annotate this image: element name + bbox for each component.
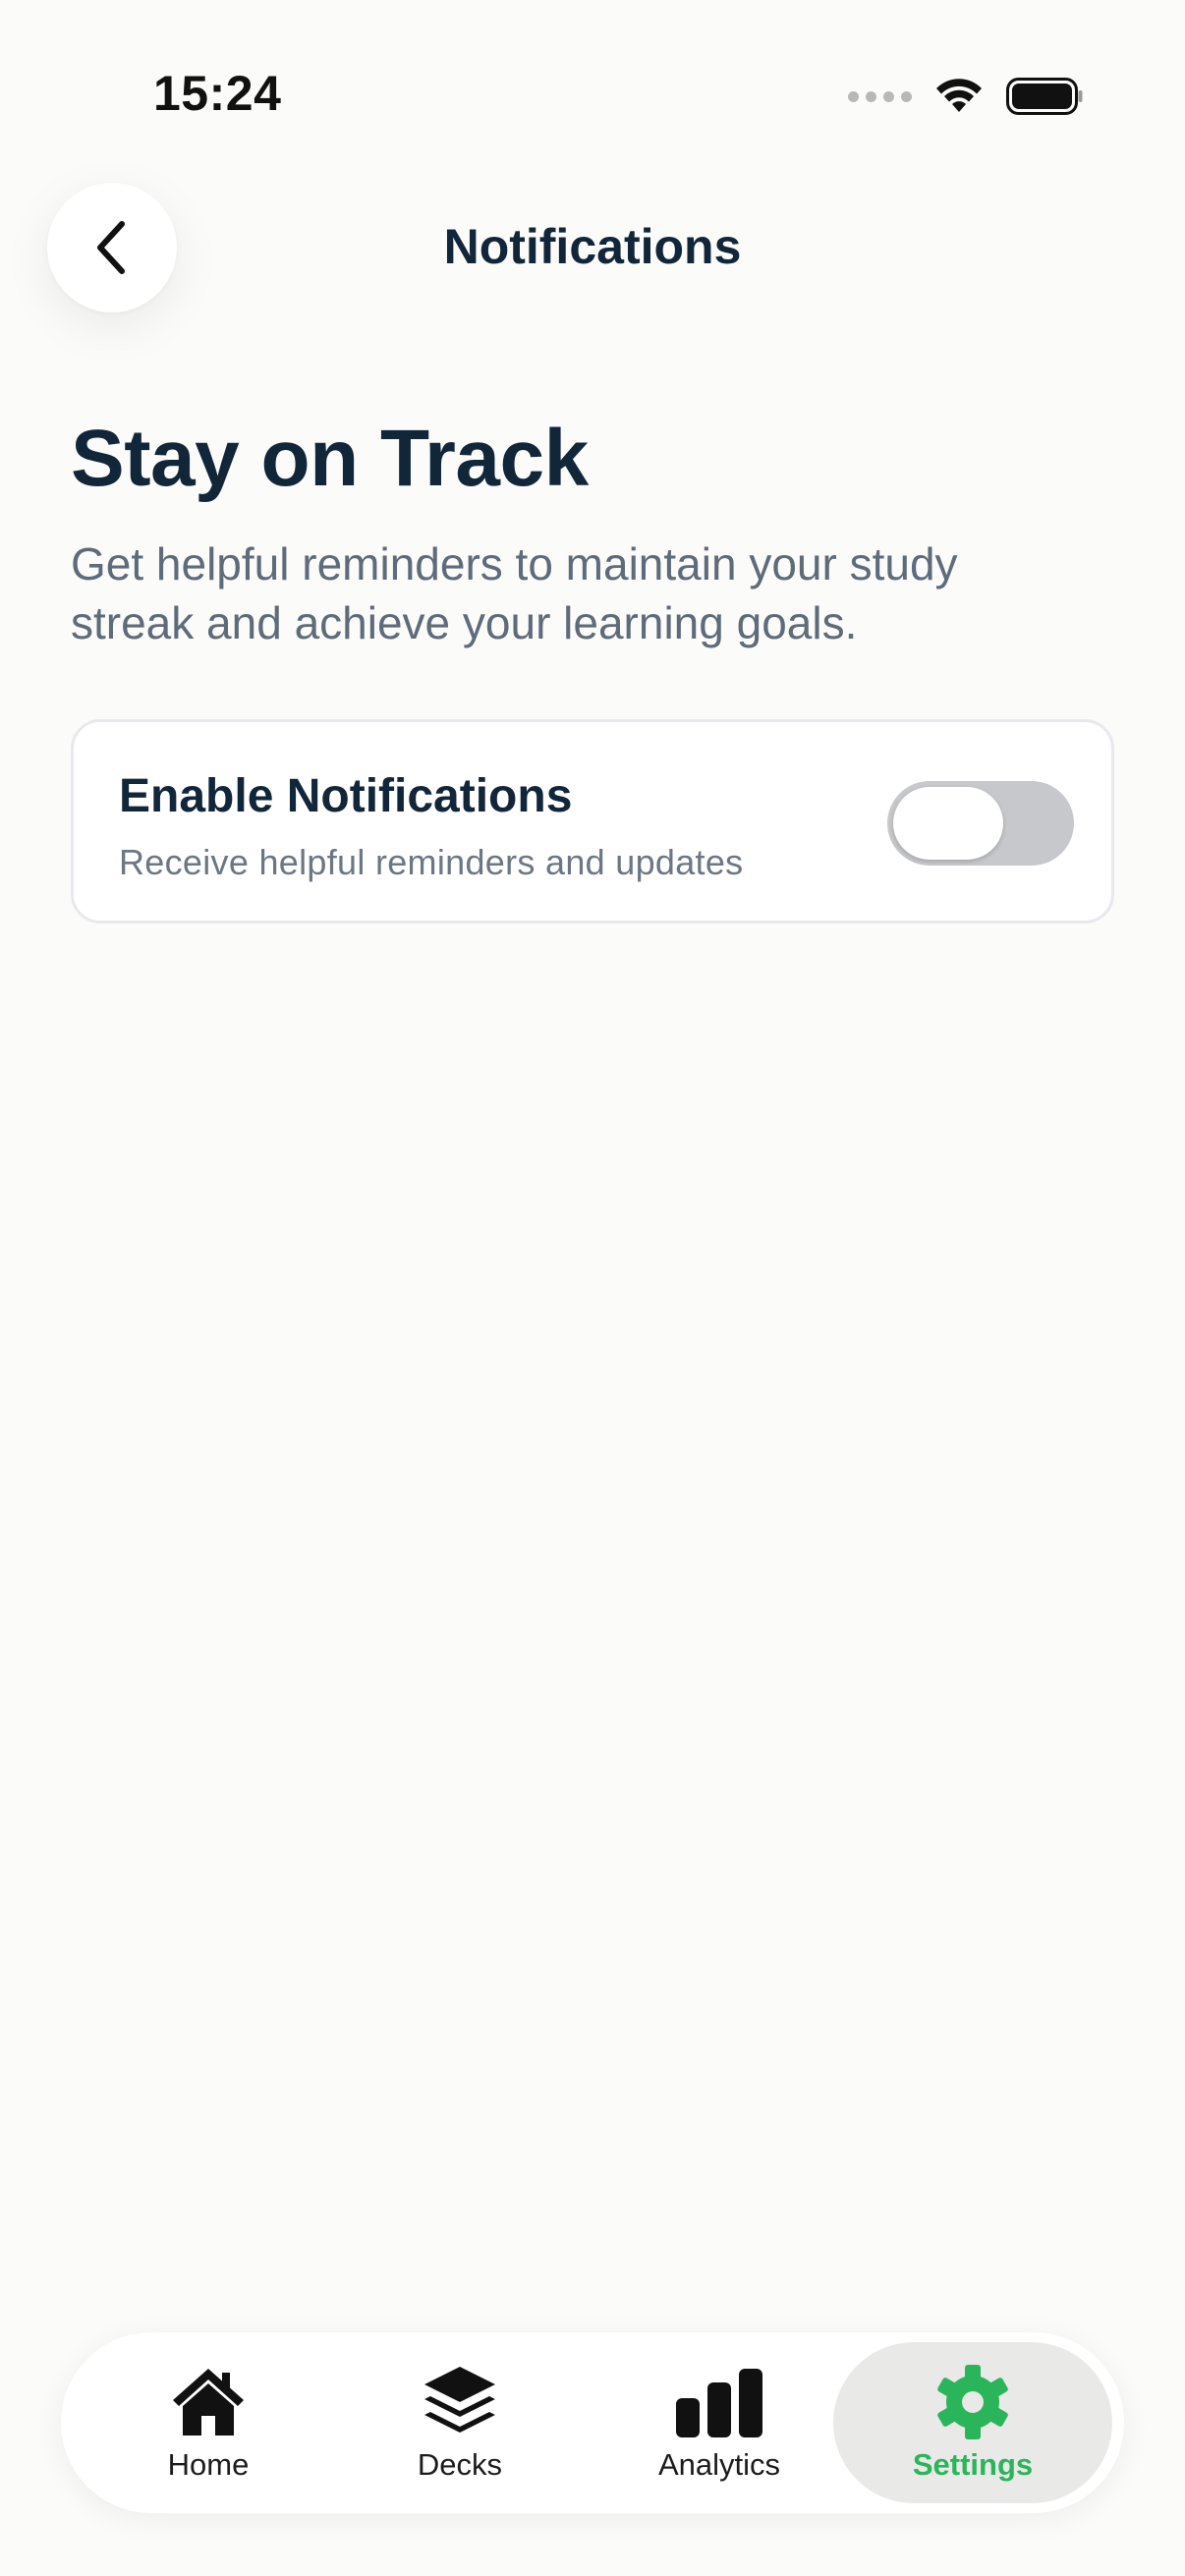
- tab-home-label: Home: [167, 2447, 250, 2482]
- bar-chart-icon: [676, 2369, 762, 2437]
- status-icons: [848, 73, 1083, 120]
- tab-analytics-label: Analytics: [657, 2447, 781, 2482]
- tab-decks[interactable]: Decks: [381, 2342, 538, 2503]
- notifications-screen: 15:24 Notifications Stay on Track Get he…: [0, 0, 1185, 2576]
- cellular-signal-icon: [848, 90, 912, 102]
- enable-notifications-subtitle: Receive helpful reminders and updates: [119, 842, 744, 882]
- tab-settings-label: Settings: [912, 2447, 1034, 2482]
- toggle-knob: [893, 787, 1003, 860]
- gear-icon: [937, 2365, 1008, 2439]
- enable-notifications-card: Enable Notifications Receive helpful rem…: [71, 719, 1114, 924]
- enable-notifications-toggle[interactable]: [887, 781, 1074, 866]
- layers-icon: [424, 2367, 495, 2433]
- tab-settings[interactable]: Settings: [833, 2342, 1112, 2503]
- battery-icon: [1006, 78, 1083, 115]
- hero-title: Stay on Track: [71, 414, 589, 503]
- page-title: Notifications: [443, 219, 742, 274]
- enable-notifications-title: Enable Notifications: [119, 770, 573, 822]
- wifi-icon: [936, 79, 982, 112]
- tab-analytics[interactable]: Analytics: [611, 2342, 827, 2503]
- hero-subtitle: Get helpful reminders to maintain your s…: [71, 538, 958, 648]
- tab-decks-label: Decks: [417, 2447, 503, 2482]
- tab-home[interactable]: Home: [130, 2342, 287, 2503]
- status-time: 15:24: [153, 66, 282, 121]
- home-icon: [173, 2369, 244, 2436]
- bottom-tab-bar: Home Decks Analytics Settings: [61, 2332, 1124, 2513]
